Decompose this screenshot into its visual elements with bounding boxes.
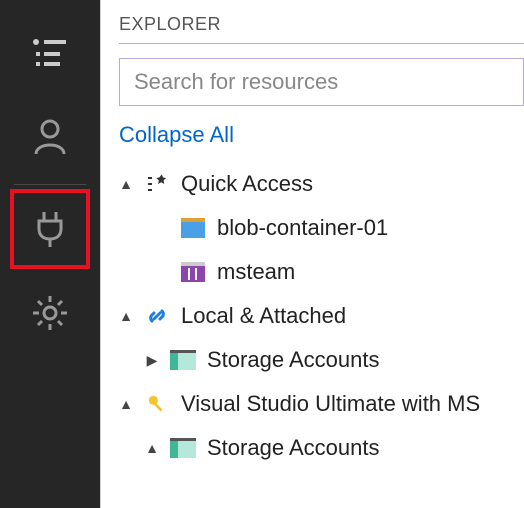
header-rule (119, 43, 524, 44)
activity-connect[interactable] (10, 189, 90, 269)
blob-container-icon (179, 214, 207, 242)
expand-icon: ▲ (119, 396, 133, 412)
tree-label: Quick Access (181, 171, 313, 197)
activity-settings[interactable] (10, 273, 90, 353)
activity-separator (14, 184, 86, 185)
expand-icon: ▲ (119, 308, 133, 324)
tree-label: Visual Studio Ultimate with MS (181, 391, 480, 417)
tree-node-blob-container[interactable]: blob-container-01 (119, 206, 524, 250)
search-input[interactable] (119, 58, 524, 106)
search-wrap (119, 58, 524, 106)
quick-access-icon (143, 170, 171, 198)
link-icon (143, 302, 171, 330)
tree-node-quick-access[interactable]: ▲ Quick Access (119, 162, 524, 206)
explorer-panel: EXPLORER Collapse All ▲ Quick Access blo… (100, 0, 524, 508)
tree-node-subscription[interactable]: ▲ Visual Studio Ultimate with MS (119, 382, 524, 426)
activity-explorer[interactable] (10, 12, 90, 92)
tree-node-local-attached[interactable]: ▲ Local & Attached (119, 294, 524, 338)
tree-node-msteam[interactable]: msteam (119, 250, 524, 294)
expand-icon: ▲ (119, 176, 133, 192)
tree-label: Storage Accounts (207, 435, 379, 461)
gear-icon (30, 293, 70, 333)
collapse-icon: ▶ (145, 352, 159, 369)
expand-icon: ▲ (145, 440, 159, 456)
tree-label: Storage Accounts (207, 347, 379, 373)
panel-title: EXPLORER (101, 0, 524, 43)
tree-label: msteam (217, 259, 295, 285)
tree-node-storage-accounts-local[interactable]: ▶ Storage Accounts (119, 338, 524, 382)
collapse-all-link[interactable]: Collapse All (101, 118, 524, 162)
table-icon (179, 258, 207, 286)
tree-label: Local & Attached (181, 303, 346, 329)
key-icon (143, 390, 171, 418)
tree-label: blob-container-01 (217, 215, 388, 241)
list-icon (30, 32, 70, 72)
activity-account[interactable] (10, 96, 90, 176)
selection-highlight (10, 189, 90, 269)
storage-icon (169, 346, 197, 374)
activity-bar (0, 0, 100, 508)
person-icon (30, 116, 70, 156)
tree-node-storage-accounts-sub[interactable]: ▲ Storage Accounts (119, 426, 524, 470)
resource-tree: ▲ Quick Access blob-container-01 msteam … (101, 162, 524, 508)
storage-icon (169, 434, 197, 462)
